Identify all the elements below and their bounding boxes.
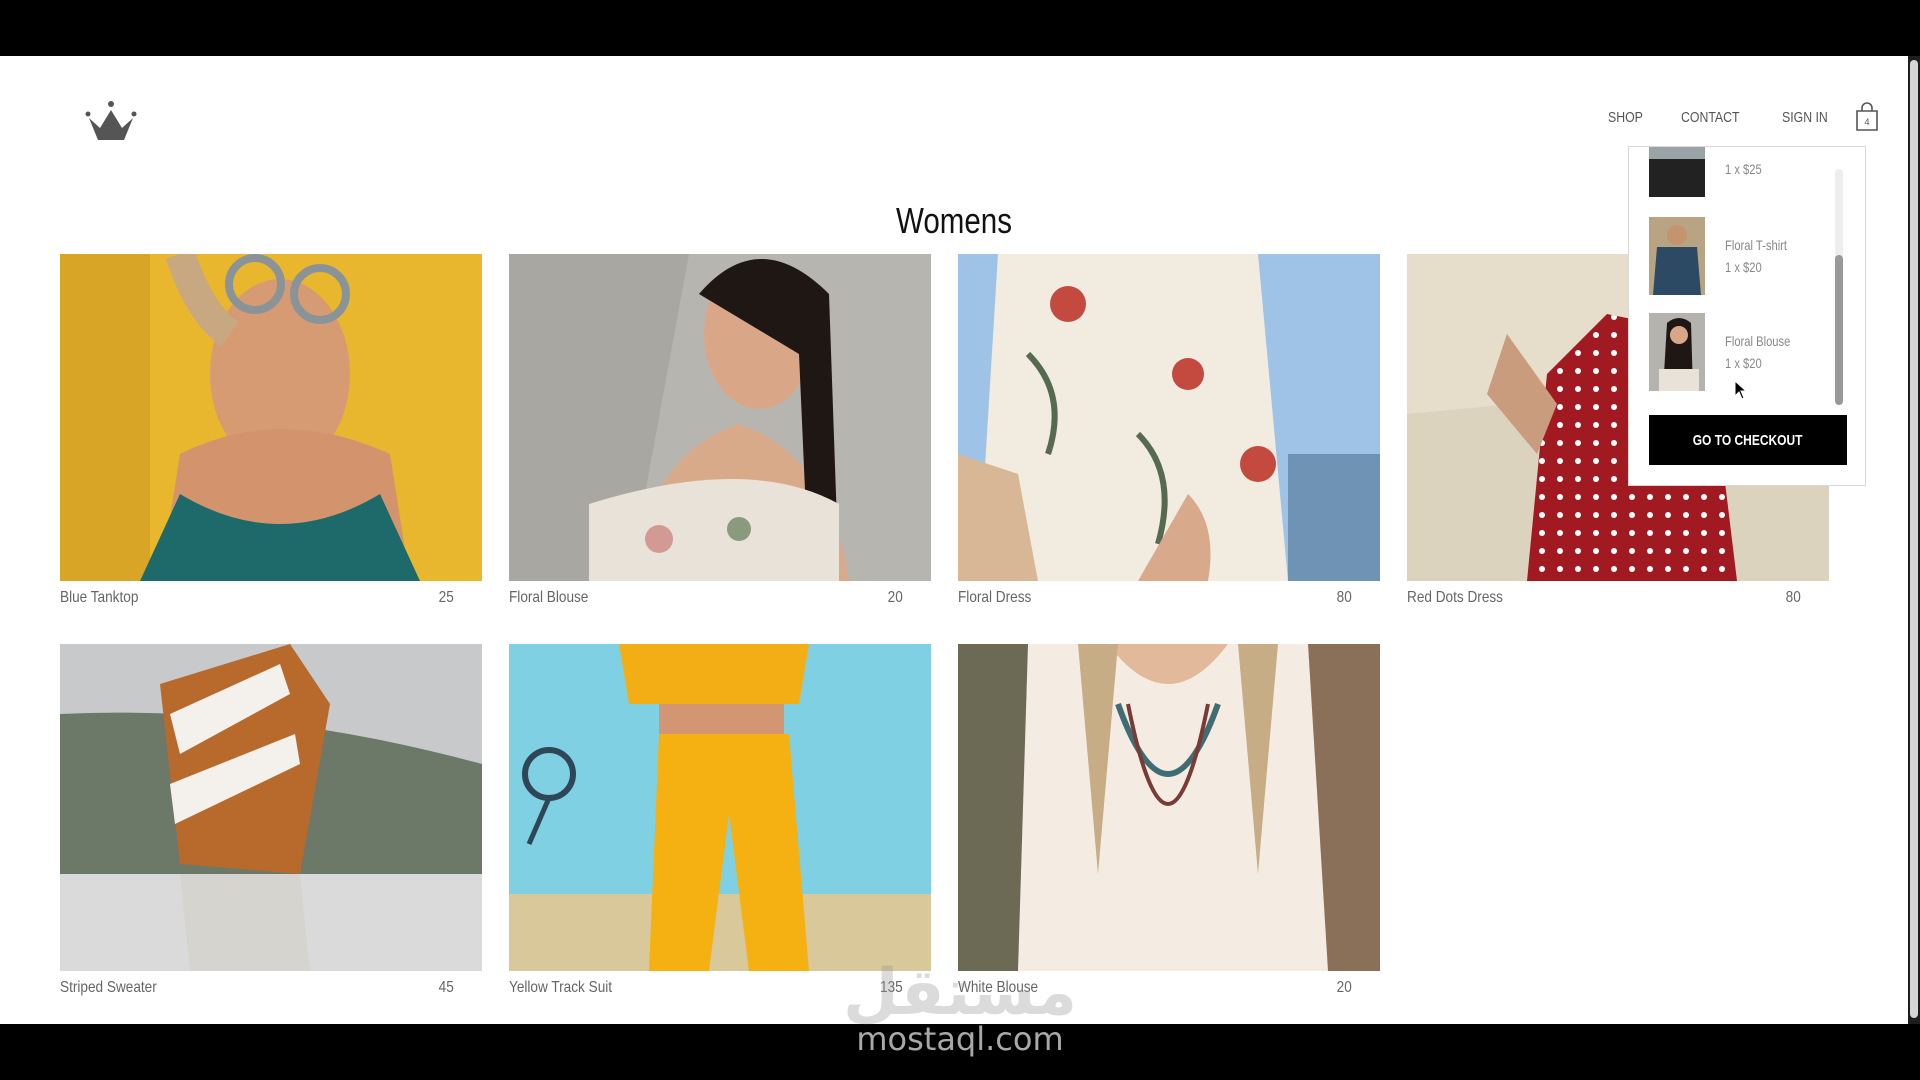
- shopping-bag-icon[interactable]: 4: [1854, 102, 1880, 132]
- cart-item-thumbnail: [1649, 217, 1705, 295]
- product-name[interactable]: Red Dots Dress: [1407, 589, 1503, 607]
- cart-scrollbar-thumb[interactable]: [1835, 255, 1843, 405]
- product-image[interactable]: [60, 644, 482, 971]
- cart-item-quantity: 1 x $20: [1725, 355, 1762, 371]
- product-image[interactable]: [509, 254, 931, 581]
- product-image[interactable]: [509, 644, 931, 971]
- page-title: Womens: [896, 200, 1012, 242]
- page-scrollbar-thumb[interactable]: [1910, 60, 1918, 1018]
- product-name[interactable]: Blue Tanktop: [60, 589, 138, 607]
- product-name[interactable]: Floral Blouse: [509, 589, 588, 607]
- product-card[interactable]: Floral Blouse 20: [509, 254, 931, 607]
- cart-item-thumbnail: [1649, 313, 1705, 391]
- crown-logo-icon[interactable]: [84, 100, 138, 142]
- product-card[interactable]: Floral Dress 80: [958, 254, 1380, 607]
- product-card[interactable]: White Blouse 20: [958, 644, 1380, 997]
- nav-contact[interactable]: CONTACT: [1681, 109, 1740, 126]
- product-image[interactable]: [60, 254, 482, 581]
- cart-items-list[interactable]: 1 x $25 Floral T-shirt 1 x $20 Floral Bl…: [1629, 147, 1867, 407]
- mouse-cursor-icon: [1734, 380, 1748, 400]
- top-nav: SHOP CONTACT SIGN IN 4: [1578, 102, 1880, 132]
- cart-item-name: Floral Blouse: [1725, 333, 1791, 349]
- cart-item-thumbnail: [1649, 147, 1705, 197]
- cart-item: Floral T-shirt 1 x $20: [1649, 217, 1849, 297]
- page-scrollbar[interactable]: [1908, 56, 1920, 1024]
- cart-item: 1 x $25: [1649, 147, 1849, 199]
- product-image[interactable]: [958, 644, 1380, 971]
- cart-item: Floral Blouse 1 x $20: [1649, 313, 1849, 393]
- cart-item-quantity: 1 x $25: [1725, 161, 1762, 177]
- product-card[interactable]: Yellow Track Suit 135: [509, 644, 931, 997]
- cart-scrollbar[interactable]: [1835, 169, 1843, 405]
- product-price: 25: [438, 589, 454, 606]
- product-price: 80: [1336, 589, 1352, 606]
- cart-dropdown: 1 x $25 Floral T-shirt 1 x $20 Floral Bl…: [1628, 146, 1866, 486]
- product-image[interactable]: [958, 254, 1380, 581]
- svg-text:4: 4: [1864, 117, 1869, 127]
- product-name[interactable]: Floral Dress: [958, 589, 1031, 607]
- nav-sign-in[interactable]: SIGN IN: [1782, 109, 1828, 126]
- go-to-checkout-button[interactable]: GO TO CHECKOUT: [1649, 415, 1847, 465]
- browser-viewport: SHOP CONTACT SIGN IN 4 Womens Blue Tankt…: [0, 56, 1908, 1024]
- nav-shop[interactable]: SHOP: [1608, 109, 1643, 126]
- product-card[interactable]: Striped Sweater 45: [60, 644, 482, 997]
- cart-item-quantity: 1 x $20: [1725, 259, 1762, 275]
- watermark-arabic: مستقل: [842, 956, 1078, 1030]
- watermark-latin: mostaql.com: [856, 1020, 1064, 1058]
- product-card[interactable]: Blue Tanktop 25: [60, 254, 482, 607]
- product-price: 80: [1785, 589, 1801, 606]
- cart-item-name: Floral T-shirt: [1725, 237, 1788, 253]
- checkout-label: GO TO CHECKOUT: [1693, 431, 1803, 449]
- product-price: 20: [887, 589, 903, 606]
